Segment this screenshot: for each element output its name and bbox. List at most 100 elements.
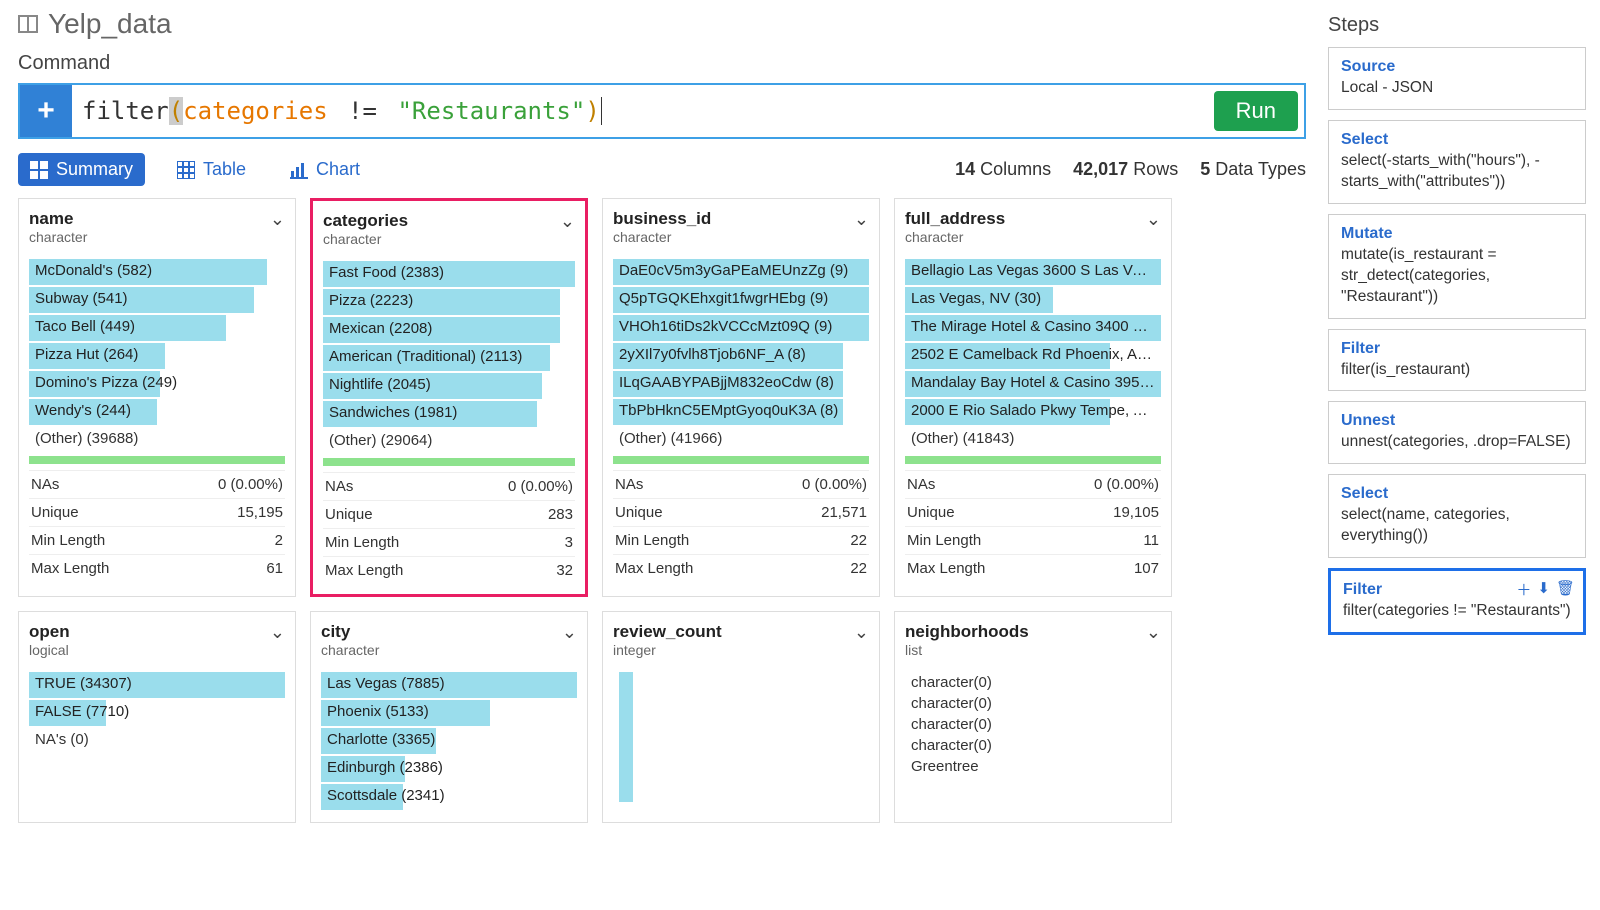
stat-row: Unique21,571 <box>613 498 869 526</box>
value-bar[interactable]: 2000 E Rio Salado Pkwy Tempe, AZ 85… <box>905 399 1161 425</box>
stat-row: NAs0 (0.00%) <box>29 470 285 498</box>
stat-row: Max Length61 <box>29 554 285 582</box>
column-name: business_id <box>613 209 854 229</box>
value-bar[interactable]: American (Traditional) (2113) <box>323 345 575 371</box>
value-bar[interactable]: Taco Bell (449) <box>29 315 285 341</box>
value-bar[interactable]: The Mirage Hotel & Casino 3400 Las V… <box>905 315 1161 341</box>
step-select-1[interactable]: Selectselect(-starts_with("hours"), -sta… <box>1328 120 1586 204</box>
page-title: Yelp_data <box>48 8 172 40</box>
column-card-open: openlogical⌄TRUE (34307)FALSE (7710)NA's… <box>18 611 296 823</box>
chevron-down-icon[interactable]: ⌄ <box>270 622 285 643</box>
step-select-5[interactable]: Selectselect(name, categories, everythin… <box>1328 474 1586 558</box>
value-bar[interactable]: DaE0cV5m3yGaPEaMEUnzZg (9) <box>613 259 869 285</box>
value-bar[interactable]: Las Vegas, NV (30) <box>905 287 1161 313</box>
download-icon[interactable]: ⬇ <box>1537 579 1550 600</box>
step-code: filter(is_restaurant) <box>1341 360 1573 381</box>
list-value: character(0) <box>905 693 1161 714</box>
other-count: (Other) (39688) <box>29 427 285 450</box>
step-title: Filter <box>1341 340 1573 358</box>
chevron-down-icon[interactable]: ⌄ <box>560 211 575 232</box>
plus-icon[interactable]: ＋ <box>1516 579 1531 600</box>
value-bar[interactable]: Wendy's (244) <box>29 399 285 425</box>
view-summary[interactable]: Summary <box>18 153 145 186</box>
completeness-bar <box>613 456 869 464</box>
stat-row: NAs0 (0.00%) <box>323 472 575 500</box>
stat-row: NAs0 (0.00%) <box>905 470 1161 498</box>
value-bar[interactable]: Bellagio Las Vegas 3600 S Las Vegas … <box>905 259 1161 285</box>
value-bar[interactable]: Phoenix (5133) <box>321 700 577 726</box>
step-source-0[interactable]: SourceLocal - JSON <box>1328 47 1586 110</box>
value-bar[interactable]: FALSE (7710) <box>29 700 285 726</box>
stat-row: Min Length2 <box>29 526 285 554</box>
value-bar[interactable]: Sandwiches (1981) <box>323 401 575 427</box>
other-count: (Other) (41843) <box>905 427 1161 450</box>
value-bar[interactable]: Nightlife (2045) <box>323 373 575 399</box>
trash-icon[interactable]: 🗑 <box>1556 579 1575 600</box>
command-input[interactable]: filter(categories != "Restaurants") <box>72 85 1208 137</box>
column-name: full_address <box>905 209 1146 229</box>
add-step-button[interactable]: + <box>20 85 72 137</box>
value-bar[interactable]: Fast Food (2383) <box>323 261 575 287</box>
value-bar[interactable]: VHOh16tiDs2kVCCcMzt09Q (9) <box>613 315 869 341</box>
chevron-down-icon[interactable]: ⌄ <box>270 209 285 230</box>
value-bar[interactable]: Las Vegas (7885) <box>321 672 577 698</box>
chevron-down-icon[interactable]: ⌄ <box>854 622 869 643</box>
value-bar[interactable]: Subway (541) <box>29 287 285 313</box>
view-summary-label: Summary <box>56 159 133 180</box>
stat-row: NAs0 (0.00%) <box>613 470 869 498</box>
column-name: categories <box>323 211 560 231</box>
column-name: city <box>321 622 562 642</box>
value-bar[interactable]: ILqGAABYPABjjM832eoCdw (8) <box>613 371 869 397</box>
list-value: Greentree <box>905 756 1161 777</box>
column-card-neighborhoods: neighborhoodslist⌄character(0)character(… <box>894 611 1172 823</box>
value-bar[interactable]: 2502 E Camelback Rd Phoenix, AZ 85… <box>905 343 1161 369</box>
list-value: character(0) <box>905 735 1161 756</box>
step-unnest-4[interactable]: Unnestunnest(categories, .drop=FALSE) <box>1328 401 1586 464</box>
column-card-city: citycharacter⌄ Las Vegas (7885)Phoenix (5… <box>310 611 588 823</box>
value-bar[interactable]: Mandalay Bay Hotel & Casino 3950 S L… <box>905 371 1161 397</box>
value-bar[interactable]: Edinburgh (2386) <box>321 756 577 782</box>
value-bar[interactable]: Scottsdale (2341) <box>321 784 577 810</box>
column-type: character <box>321 642 562 658</box>
list-value: character(0) <box>905 672 1161 693</box>
value-bar[interactable]: TRUE (34307) <box>29 672 285 698</box>
value-bar[interactable]: 2yXIl7y0fvlh8Tjob6NF_A (8) <box>613 343 869 369</box>
step-title: Select <box>1341 485 1573 503</box>
value-bar[interactable]: McDonald's (582) <box>29 259 285 285</box>
stat-row: Max Length107 <box>905 554 1161 582</box>
chevron-down-icon[interactable]: ⌄ <box>1146 209 1161 230</box>
column-type: list <box>905 642 1146 658</box>
other-count: (Other) (29064) <box>323 429 575 452</box>
chevron-down-icon[interactable]: ⌄ <box>1146 622 1161 643</box>
completeness-bar <box>29 456 285 464</box>
view-chart[interactable]: Chart <box>278 153 372 186</box>
completeness-bar <box>905 456 1161 464</box>
value-bar[interactable]: Q5pTGQKEhxgit1fwgrHEbg (9) <box>613 287 869 313</box>
column-card-full_address: full_addresscharacter⌄Bellagio Las Vegas… <box>894 198 1172 597</box>
stat-row: Unique283 <box>323 500 575 528</box>
value-bar[interactable]: Mexican (2208) <box>323 317 575 343</box>
view-table[interactable]: Table <box>165 153 258 186</box>
step-mutate-2[interactable]: Mutatemutate(is_restaurant = str_detect(… <box>1328 214 1586 319</box>
column-name: open <box>29 622 270 642</box>
step-title: Unnest <box>1341 412 1573 430</box>
chevron-down-icon[interactable]: ⌄ <box>562 622 577 643</box>
stat-row: Max Length32 <box>323 556 575 584</box>
value-bar[interactable]: Pizza (2223) <box>323 289 575 315</box>
step-filter-6[interactable]: Filterfilter(categories != "Restaurants"… <box>1328 568 1586 635</box>
column-type: character <box>29 229 270 245</box>
step-filter-3[interactable]: Filter filter(is_restaurant) <box>1328 329 1586 392</box>
step-title: Mutate <box>1341 225 1573 243</box>
stat-row: Min Length3 <box>323 528 575 556</box>
value-bar[interactable]: Pizza Hut (264) <box>29 343 285 369</box>
value-bar[interactable]: Charlotte (3365) <box>321 728 577 754</box>
value-bar[interactable]: TbPbHknC5EMptGyoq0uK3A (8) <box>613 399 869 425</box>
column-type: character <box>613 229 854 245</box>
run-button[interactable]: Run <box>1214 91 1298 131</box>
chevron-down-icon[interactable]: ⌄ <box>854 209 869 230</box>
completeness-bar <box>323 458 575 466</box>
step-code: Local - JSON <box>1341 78 1573 99</box>
value-bar[interactable]: Domino's Pizza (249) <box>29 371 285 397</box>
column-type: logical <box>29 642 270 658</box>
steps-label: Steps <box>1328 14 1586 37</box>
